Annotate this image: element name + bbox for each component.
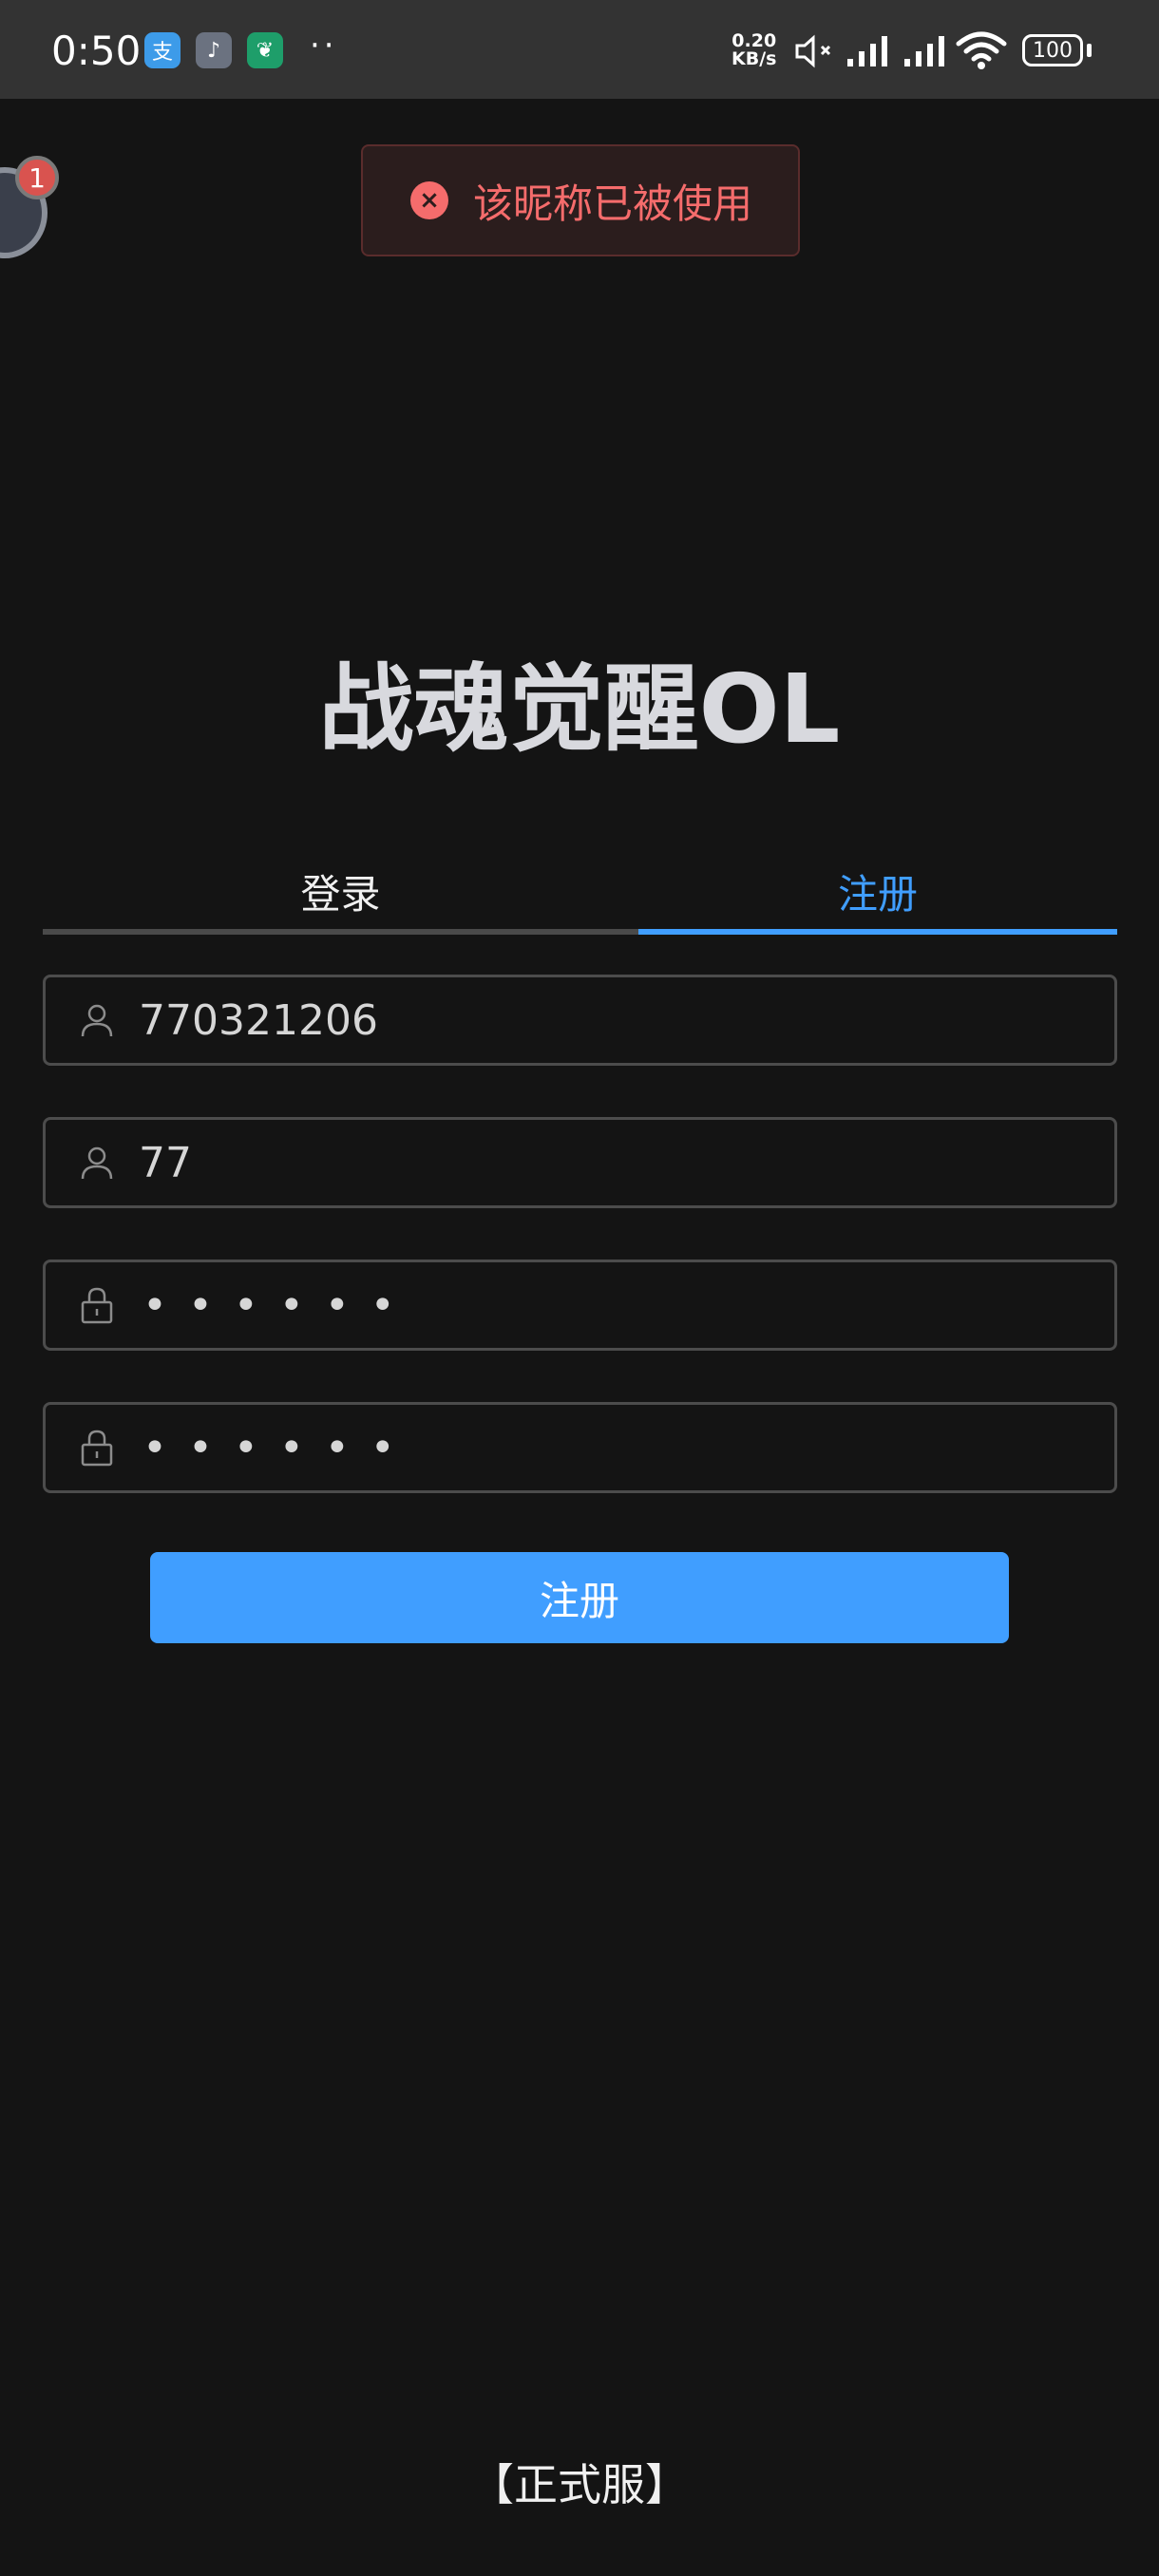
lock-icon	[81, 1287, 113, 1324]
error-circle-icon: ×	[410, 181, 448, 219]
battery-cap	[1087, 44, 1092, 57]
user-icon	[81, 1146, 113, 1180]
signal-icon	[847, 36, 887, 66]
toast-message: 该昵称已被使用	[473, 180, 753, 227]
net-speed: 0.20 KB/s	[732, 32, 776, 68]
tab-register[interactable]: 注册	[638, 845, 1117, 937]
password-mask: ••••••	[142, 1280, 416, 1330]
nickname-value: 77	[139, 1138, 192, 1187]
user-icon	[81, 1004, 113, 1037]
mute-icon	[795, 34, 831, 68]
status-bar: 0:50 支 ♪ ❦ ·· 0.20 KB/s 100	[0, 0, 1159, 99]
server-label: 【正式服】	[470, 2459, 689, 2510]
account-field[interactable]: 770321206	[43, 975, 1117, 1066]
music-app-icon: ♪	[196, 32, 232, 68]
wifi-icon	[956, 31, 1007, 69]
nickname-field[interactable]: 77	[43, 1117, 1117, 1208]
bubble-face-icon	[0, 207, 2, 222]
error-toast: × 该昵称已被使用	[361, 144, 800, 256]
signal-icon-2	[904, 36, 944, 66]
tab-active-underline	[638, 929, 1117, 935]
leaf-app-icon: ❦	[247, 32, 283, 68]
password-field[interactable]: ••••••	[43, 1260, 1117, 1351]
confirm-password-mask: ••••••	[142, 1423, 416, 1472]
alipay-icon: 支	[144, 32, 180, 68]
net-speed-unit: KB/s	[732, 48, 777, 69]
lock-icon	[81, 1430, 113, 1467]
tab-underline	[43, 929, 638, 935]
account-value: 770321206	[139, 995, 378, 1045]
register-button[interactable]: 注册	[150, 1552, 1009, 1643]
battery-icon: 100	[1022, 34, 1083, 66]
notification-badge: 1	[15, 156, 59, 199]
more-notifications-icon: ··	[310, 27, 338, 65]
status-time: 0:50	[51, 28, 142, 74]
confirm-password-field[interactable]: ••••••	[43, 1402, 1117, 1493]
auth-tabs: 登录 注册	[43, 845, 1117, 937]
tab-login[interactable]: 登录	[43, 845, 638, 937]
game-title: 战魂觉醒OL	[318, 653, 841, 765]
